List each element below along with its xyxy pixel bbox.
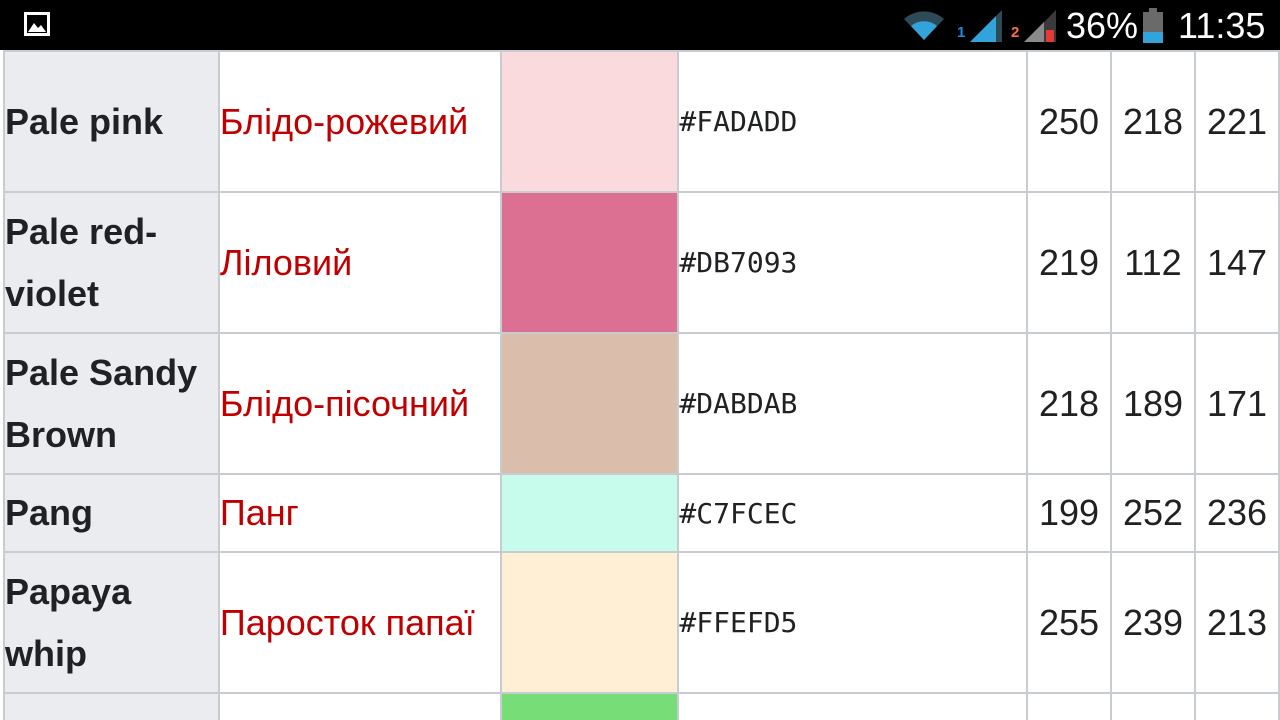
gallery-image-icon: [24, 12, 50, 36]
hex-code-cell: #FADADD: [677, 50, 1029, 193]
color-table-viewport[interactable]: Pale pink Блідо-рожевий #FADADD 250 218 …: [0, 50, 1280, 720]
ukrainian-name-link[interactable]: Блідо-рожевий: [217, 50, 502, 193]
color-swatch: [499, 191, 680, 334]
blue-value-cell: 213: [1193, 551, 1280, 694]
green-value-cell: 189: [1110, 332, 1196, 475]
signal-strength-sim1-icon: [970, 10, 1002, 42]
english-name-cell: Pale pink: [3, 50, 220, 193]
battery-icon: [1143, 8, 1163, 43]
blue-value-cell: 171: [1193, 332, 1280, 475]
green-value-cell: [1110, 692, 1196, 720]
green-value-cell: 252: [1110, 473, 1196, 553]
table-row: Papaya whip Паросток папаї #FFEFD5 255 2…: [3, 551, 1280, 694]
table-row: Pang Панг #C7FCEC 199 252 236: [3, 473, 1280, 553]
table-row: Pale pink Блідо-рожевий #FADADD 250 218 …: [3, 50, 1280, 193]
green-value-cell: 112: [1110, 191, 1196, 334]
blue-value-cell: 221: [1193, 50, 1280, 193]
ukrainian-name-link[interactable]: [217, 692, 502, 720]
english-name-cell: Pale red-violet: [3, 191, 220, 334]
blue-value-cell: 236: [1193, 473, 1280, 553]
table-row: Pale red-violet Ліловий #DB7093 219 112 …: [3, 191, 1280, 334]
battery-percent: 36%: [1066, 5, 1139, 46]
ukrainian-name-link[interactable]: Паросток папаї: [217, 551, 502, 694]
green-value-cell: 239: [1110, 551, 1196, 694]
red-value-cell: 199: [1026, 473, 1113, 553]
color-swatch: [499, 332, 680, 475]
status-bar: 1 2 36% 11:35: [0, 0, 1280, 50]
ukrainian-name-link[interactable]: Ліловий: [217, 191, 502, 334]
hex-code-cell: #DABDAB: [677, 332, 1029, 475]
color-swatch: [499, 473, 680, 553]
table-row: [3, 692, 1280, 720]
red-value-cell: 218: [1026, 332, 1113, 475]
english-name-cell: Pale Sandy Brown: [3, 332, 220, 475]
english-name-cell: Pang: [3, 473, 220, 553]
color-swatch: [499, 50, 680, 193]
hex-code-cell: #DB7093: [677, 191, 1029, 334]
red-value-cell: 255: [1026, 551, 1113, 694]
red-value-cell: 250: [1026, 50, 1113, 193]
clock-time: 11:35: [1178, 5, 1266, 46]
ukrainian-name-link[interactable]: Панг: [217, 473, 502, 553]
wifi-icon: [904, 11, 944, 40]
color-table: Pale pink Блідо-рожевий #FADADD 250 218 …: [3, 50, 1280, 720]
red-value-cell: 219: [1026, 191, 1113, 334]
blue-value-cell: [1193, 692, 1280, 720]
color-swatch: [499, 551, 680, 694]
hex-code-cell: [677, 692, 1029, 720]
green-value-cell: 218: [1110, 50, 1196, 193]
red-value-cell: [1026, 692, 1113, 720]
english-name-cell: Papaya whip: [3, 551, 220, 694]
hex-code-cell: #FFEFD5: [677, 551, 1029, 694]
signal-strength-sim2-icon: [1024, 10, 1056, 42]
color-swatch: [499, 692, 680, 720]
english-name-cell: [3, 692, 220, 720]
table-row: Pale Sandy Brown Блідо-пісочний #DABDAB …: [3, 332, 1280, 475]
ukrainian-name-link[interactable]: Блідо-пісочний: [217, 332, 502, 475]
blue-value-cell: 147: [1193, 191, 1280, 334]
hex-code-cell: #C7FCEC: [677, 473, 1029, 553]
